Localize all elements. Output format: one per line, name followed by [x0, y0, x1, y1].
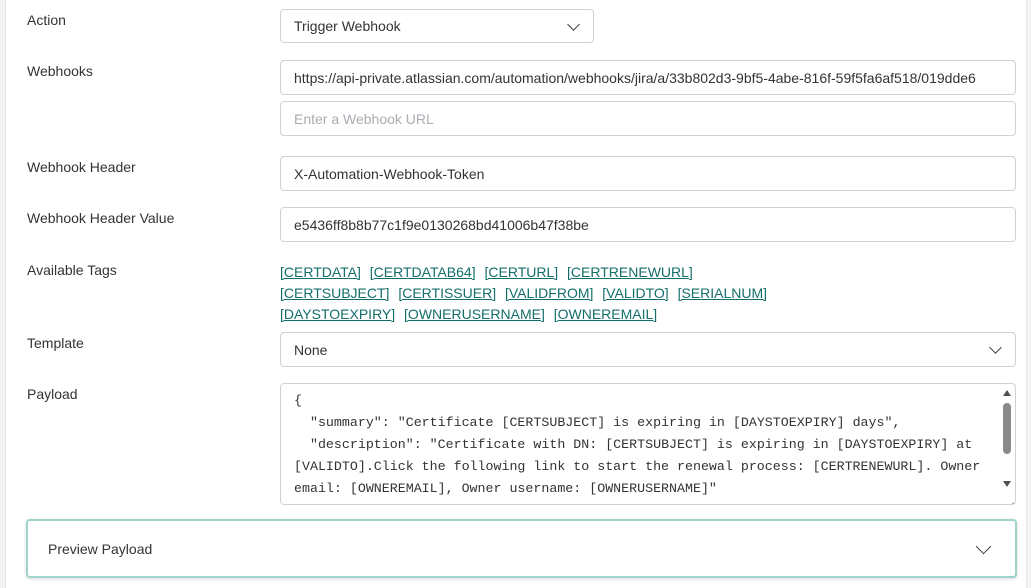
action-select-value: Trigger Webhook	[294, 18, 401, 34]
scroll-down-arrow-icon[interactable]	[1003, 481, 1011, 487]
tag-link[interactable]: [CERTSUBJECT]	[280, 285, 389, 301]
tags-row-2: [CERTSUBJECT] [CERTISSUER] [VALIDFROM] […	[280, 283, 840, 304]
tag-link[interactable]: [OWNEREMAIL]	[554, 306, 657, 322]
tag-link[interactable]: [DAYSTOEXPIRY]	[280, 306, 395, 322]
payload-textarea[interactable]: { "summary": "Certificate [CERTSUBJECT] …	[280, 383, 1016, 505]
tag-link[interactable]: [CERTDATAB64]	[370, 264, 476, 280]
template-label: Template	[27, 335, 84, 351]
preview-payload-label: Preview Payload	[48, 540, 153, 557]
webhook-header-value-input[interactable]: e5436ff8b8b77c1f9e0130268bd41006b47f38be	[280, 207, 1016, 242]
chevron-down-icon	[989, 341, 1002, 354]
webhooks-label: Webhooks	[27, 63, 93, 79]
action-select[interactable]: Trigger Webhook	[280, 9, 594, 43]
webhook-url-input[interactable]: https://api-private.atlassian.com/automa…	[280, 60, 1016, 95]
action-label: Action	[27, 12, 66, 28]
webhook-settings-panel: Action Trigger Webhook Webhooks https://…	[5, 0, 1027, 588]
template-select-value: None	[294, 341, 328, 358]
payload-text: { "summary": "Certificate [CERTSUBJECT] …	[294, 393, 981, 504]
tag-link[interactable]: [VALIDFROM]	[505, 285, 593, 301]
tag-link[interactable]: [CERTISSUER]	[398, 285, 496, 301]
webhook-header-value-label: Webhook Header Value	[27, 210, 175, 226]
tag-link[interactable]: [CERTRENEWURL]	[567, 264, 693, 280]
tag-link[interactable]: [CERTURL]	[485, 264, 559, 280]
preview-payload-toggle[interactable]: Preview Payload	[26, 519, 1017, 578]
available-tags-list: [CERTDATA] [CERTDATAB64] [CERTURL] [CERT…	[280, 262, 840, 325]
tag-link[interactable]: [CERTDATA]	[280, 264, 361, 280]
payload-scrollbar[interactable]	[1002, 387, 1012, 487]
tag-link[interactable]: [VALIDTO]	[602, 285, 668, 301]
chevron-down-icon	[975, 538, 992, 555]
webhook-url-value: https://api-private.atlassian.com/automa…	[294, 69, 976, 86]
tags-row-1: [CERTDATA] [CERTDATAB64] [CERTURL] [CERT…	[280, 262, 840, 283]
template-select[interactable]: None	[280, 332, 1016, 367]
new-webhook-url-placeholder: Enter a Webhook URL	[294, 110, 434, 127]
chevron-down-icon	[567, 18, 580, 31]
tags-row-3: [DAYSTOEXPIRY] [OWNERUSERNAME] [OWNEREMA…	[280, 304, 840, 325]
webhook-header-input[interactable]: X-Automation-Webhook-Token	[280, 156, 1016, 191]
webhook-header-value: X-Automation-Webhook-Token	[294, 165, 485, 182]
webhook-header-label: Webhook Header	[27, 159, 136, 175]
scroll-up-arrow-icon[interactable]	[1003, 390, 1011, 396]
tag-link[interactable]: [SERIALNUM]	[678, 285, 767, 301]
new-webhook-url-input[interactable]: Enter a Webhook URL	[280, 101, 1016, 136]
resize-handle-icon[interactable]	[1006, 495, 1014, 503]
tag-link[interactable]: [OWNERUSERNAME]	[404, 306, 545, 322]
scroll-thumb[interactable]	[1003, 403, 1011, 454]
payload-label: Payload	[27, 386, 78, 402]
available-tags-label: Available Tags	[27, 262, 117, 278]
webhook-header-value-text: e5436ff8b8b77c1f9e0130268bd41006b47f38be	[294, 216, 589, 233]
